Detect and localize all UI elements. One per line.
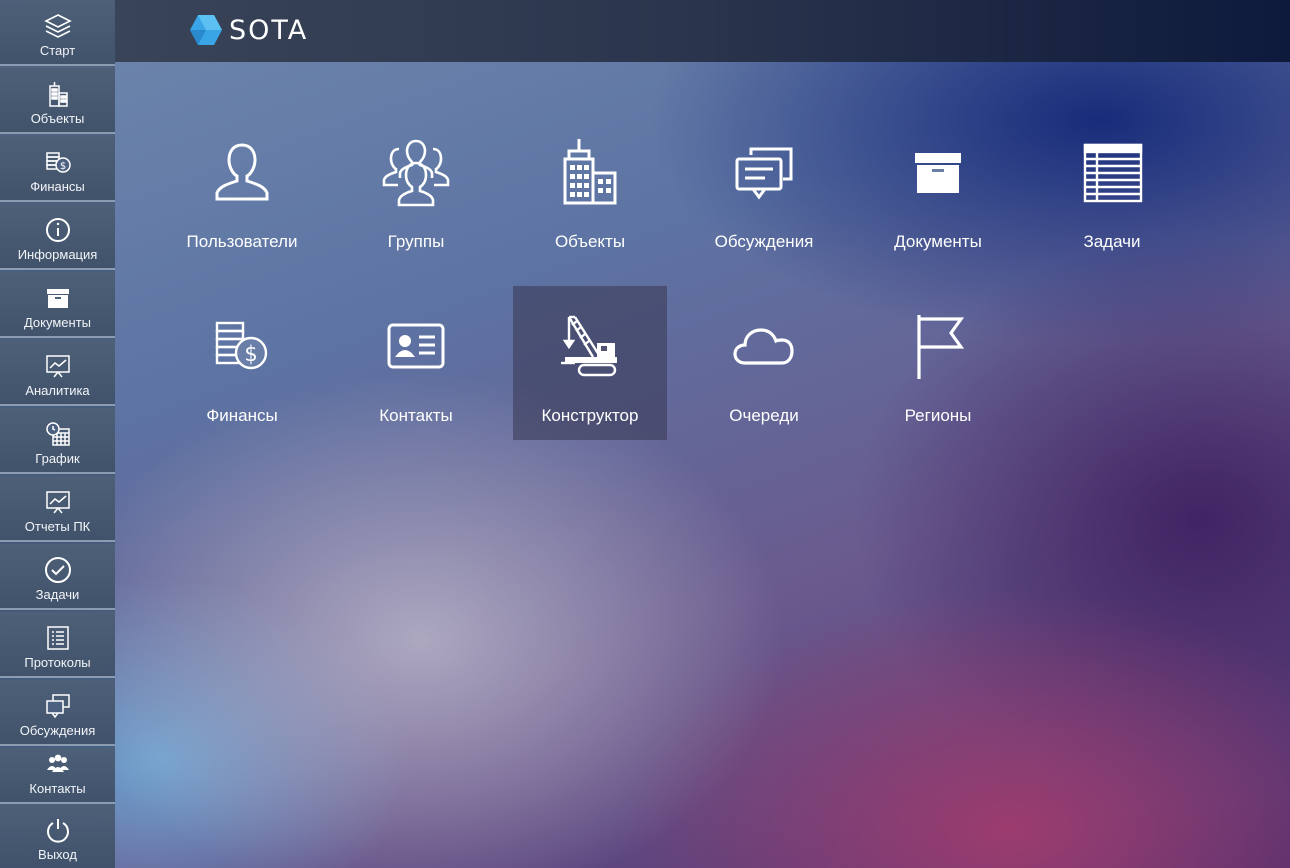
- tile-users[interactable]: Пользователи: [165, 112, 319, 266]
- tile-label: Пользователи: [186, 232, 298, 251]
- tile-label: Конструктор: [541, 406, 639, 425]
- tile-finance[interactable]: $ Финансы: [165, 286, 319, 440]
- sidebar: Старт Объекты $ Финансы Информация Докум…: [0, 0, 115, 868]
- chat-windows-icon: [43, 691, 73, 721]
- info-icon: [43, 215, 73, 245]
- archive-box-icon: [43, 283, 73, 313]
- tile-groups[interactable]: Группы: [339, 112, 493, 266]
- user-icon: [202, 132, 282, 212]
- sidebar-item-label: Финансы: [30, 179, 85, 194]
- tile-label: Задачи: [1083, 232, 1141, 251]
- sidebar-item-label: Задачи: [35, 587, 80, 602]
- tile-label: Контакты: [379, 406, 453, 425]
- contact-card-icon: [376, 306, 456, 386]
- sidebar-item-label: Обсуждения: [19, 723, 96, 738]
- presentation-chart-icon: [43, 351, 73, 381]
- sidebar-item-label: Документы: [23, 315, 91, 330]
- tile-label: Обсуждения: [714, 232, 814, 251]
- tile-contacts[interactable]: Контакты: [339, 286, 493, 440]
- sidebar-item-exit[interactable]: Выход: [0, 804, 115, 868]
- finance-icon: $: [202, 306, 282, 386]
- tile-label: Очереди: [729, 406, 799, 425]
- sidebar-item-label: Контакты: [29, 781, 86, 796]
- tile-label: Финансы: [206, 406, 278, 425]
- tile-label: Регионы: [904, 406, 972, 425]
- sidebar-item-label: Информация: [17, 247, 98, 262]
- sidebar-item-contacts[interactable]: Контакты: [0, 748, 115, 804]
- sidebar-item-analytics[interactable]: Аналитика: [0, 340, 115, 406]
- users-group-icon: [376, 132, 456, 212]
- clock-calendar-icon: [43, 419, 73, 449]
- layers-icon: [43, 11, 73, 41]
- sidebar-item-objects[interactable]: Объекты: [0, 68, 115, 134]
- tile-constructor[interactable]: Конструктор: [513, 286, 667, 440]
- buildings-icon: [43, 79, 73, 109]
- tile-objects[interactable]: Объекты: [513, 112, 667, 266]
- tile-label: Объекты: [554, 232, 626, 251]
- sidebar-item-discussions[interactable]: Обсуждения: [0, 680, 115, 746]
- people-group-icon: [43, 749, 73, 779]
- finance-icon: $: [43, 147, 73, 177]
- archive-box-icon: [898, 132, 978, 212]
- table-icon: [1072, 132, 1152, 212]
- sidebar-item-tasks[interactable]: Задачи: [0, 544, 115, 610]
- svg-text:$: $: [244, 342, 257, 366]
- sidebar-item-documents[interactable]: Документы: [0, 272, 115, 338]
- sidebar-item-schedule[interactable]: График: [0, 408, 115, 474]
- crane-icon: [550, 306, 630, 386]
- sidebar-item-information[interactable]: Информация: [0, 204, 115, 270]
- sidebar-item-protocols[interactable]: Протоколы: [0, 612, 115, 678]
- tile-label: Документы: [894, 232, 982, 251]
- sidebar-item-finance[interactable]: $ Финансы: [0, 136, 115, 202]
- flag-icon: [898, 306, 978, 386]
- cloud-icon: [724, 306, 804, 386]
- sidebar-item-label: Старт: [39, 43, 76, 58]
- sidebar-item-label: Аналитика: [25, 383, 90, 398]
- svg-text:$: $: [59, 161, 65, 172]
- power-icon: [43, 815, 73, 845]
- sidebar-item-label: График: [35, 451, 80, 466]
- logo[interactable]: SOTA: [189, 14, 308, 46]
- tile-regions[interactable]: Регионы: [861, 286, 1015, 440]
- top-header: SOTA: [115, 0, 1290, 62]
- tile-discussions[interactable]: Обсуждения: [687, 112, 841, 266]
- checklist-document-icon: [43, 623, 73, 653]
- hexagon-logo-icon: [190, 15, 222, 45]
- tile-queues[interactable]: Очереди: [687, 286, 841, 440]
- brand-name: SOTA: [229, 14, 309, 46]
- tile-tasks[interactable]: Задачи: [1035, 112, 1189, 266]
- tile-label: Группы: [387, 232, 445, 251]
- sidebar-item-pk-reports[interactable]: Отчеты ПК: [0, 476, 115, 542]
- tile-documents[interactable]: Документы: [861, 112, 1015, 266]
- check-circle-icon: [43, 555, 73, 585]
- buildings-icon: [550, 132, 630, 212]
- sidebar-item-label: Протоколы: [24, 655, 91, 670]
- sidebar-item-start[interactable]: Старт: [0, 0, 115, 66]
- presentation-chart-icon: [43, 487, 73, 517]
- sidebar-item-label: Объекты: [30, 111, 85, 126]
- sidebar-item-label: Выход: [38, 847, 77, 862]
- sidebar-item-label: Отчеты ПК: [24, 519, 91, 534]
- chat-bubbles-icon: [724, 132, 804, 212]
